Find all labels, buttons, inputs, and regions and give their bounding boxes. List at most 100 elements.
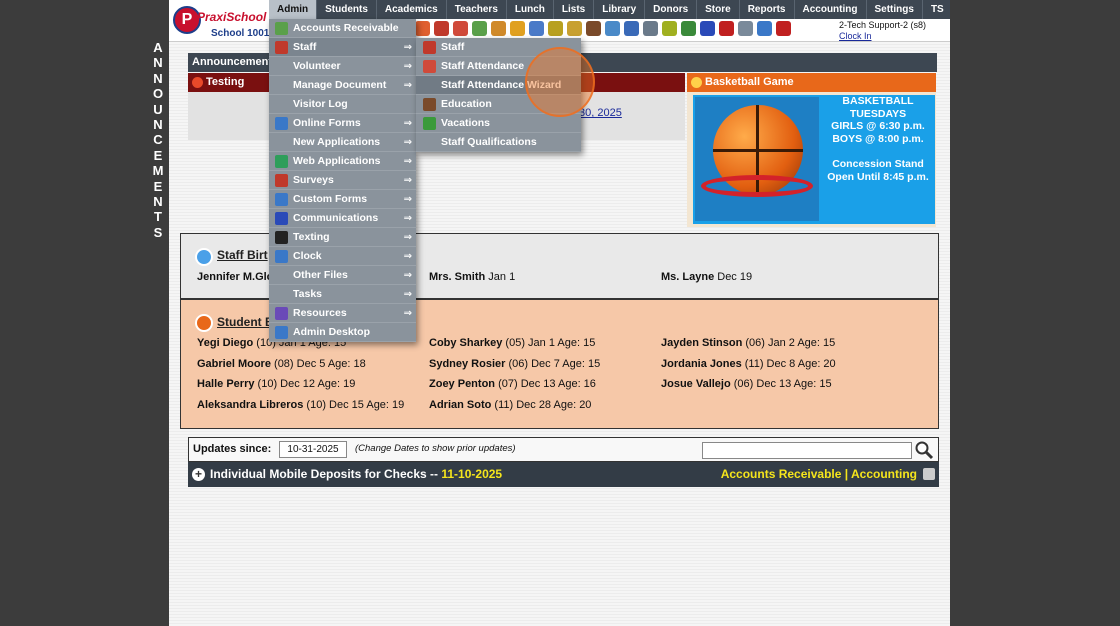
toolbar-icon[interactable] [738,21,753,36]
nav-settings[interactable]: Settings [867,0,923,19]
search-icon[interactable] [914,440,934,460]
student-birthday-name[interactable]: Zoey Penton [429,378,495,390]
toolbar-icon[interactable] [453,21,468,36]
toolbar-icon[interactable] [548,21,563,36]
student-birthday-detail: (10) Dec 12 Age: 19 [254,378,356,391]
student-birthday-name[interactable]: Jayden Stinson [661,337,742,349]
admin-menu-item-admin-desktop[interactable]: Admin Desktop [269,323,416,342]
nav-ts[interactable]: TS [923,0,950,19]
staff-submenu-item-label: Vacations [441,117,491,129]
updates-hint: (Change Dates to show prior updates) [355,443,516,454]
nav-admin[interactable]: Admin [269,0,318,19]
toolbar-icon[interactable] [776,21,791,36]
staff-birthday-name[interactable]: Ms. Layne [661,271,714,283]
nav-store[interactable]: Store [697,0,740,19]
announcements-letter: E [153,147,163,163]
admin-menu-item-label: Custom Forms [293,193,368,205]
staff-birthday-name[interactable]: Mrs. Smith [429,271,485,283]
poster-line: BOYS @ 8:00 p.m. [832,132,924,145]
student-birthday-detail: (10) Dec 15 Age: 19 [303,399,405,412]
student-birthday-name[interactable]: Josue Vallejo [661,378,731,390]
admin-menu-item-texting[interactable]: Texting ⇒ [269,228,416,247]
accounts-receivable-link[interactable]: Accounts Receivable [721,467,842,481]
poster-line: Concession Stand [832,157,924,170]
nav-academics[interactable]: Academics [377,0,447,19]
student-birthday-name[interactable]: Sydney Rosier [429,358,505,370]
toolbar-icon[interactable] [605,21,620,36]
staff-birthday-icon [195,248,213,266]
toolbar-icon[interactable] [681,21,696,36]
expand-plus-icon[interactable]: + [192,468,205,481]
click-highlight [525,47,595,117]
toolbar-icon[interactable] [472,21,487,36]
student-birthday-name[interactable]: Yegi Diego [197,337,253,349]
clock-icon [275,250,288,263]
admin-menu-item-clock[interactable]: Clock ⇒ [269,247,416,266]
toolbar-icon[interactable] [510,21,525,36]
nav-lists[interactable]: Lists [554,0,595,19]
admin-menu-item-volunteer[interactable]: Volunteer ⇒ [269,57,416,76]
admin-menu-item-accounts-receivable[interactable]: Accounts Receivable [269,19,416,38]
staff-submenu-item-staff-qualifications[interactable]: Staff Qualifications [416,133,581,152]
toolbar-icon[interactable] [624,21,639,36]
admin-menu-item-communications[interactable]: Communications ⇒ [269,209,416,228]
student-birthday-name[interactable]: Jordania Jones [661,358,742,370]
accounting-link[interactable]: Accounting [851,467,917,481]
staff-icon [423,41,436,54]
nav-donors[interactable]: Donors [645,0,698,19]
admin-menu-item-staff[interactable]: Staff ⇒ [269,38,416,57]
admin-menu-item-web-applications[interactable]: Web Applications ⇒ [269,152,416,171]
announcement-basketball-header[interactable]: Basketball Game [687,73,936,92]
staff-submenu-item-label: Staff [441,41,465,53]
search-input[interactable] [702,442,912,459]
nav-students[interactable]: Students [317,0,377,19]
logo[interactable]: P PraxiSchool School 1001 [171,4,269,40]
admin-menu-item-tasks[interactable]: Tasks ⇒ [269,285,416,304]
toolbar-icon[interactable] [567,21,582,36]
admin-menu-item-surveys[interactable]: Surveys ⇒ [269,171,416,190]
toolbar-icon[interactable] [700,21,715,36]
admin-menu-item-manage-document[interactable]: Manage Document ⇒ [269,76,416,95]
student-birthday-row: Jayden Stinson (06) Jan 2 Age: 15 [661,337,835,349]
announcements-letter: S [153,224,163,240]
announcement-testing-title: Testing [206,76,245,88]
student-birthdays-title[interactable]: Student B [217,315,274,329]
admin-menu-item-custom-forms[interactable]: Custom Forms ⇒ [269,190,416,209]
toolbar-icon[interactable] [434,21,449,36]
toolbar-icon[interactable] [415,21,430,36]
staff-birthdays-title[interactable]: Staff Birt [217,248,268,262]
nav-teachers[interactable]: Teachers [447,0,507,19]
nav-accounting[interactable]: Accounting [795,0,867,19]
student-birthday-name[interactable]: Halle Perry [197,378,254,390]
toolbar-icon[interactable] [491,21,506,36]
admin-menu-item-label: Clock [293,250,322,262]
admin-menu-item-resources[interactable]: Resources ⇒ [269,304,416,323]
staff-birthday-name[interactable]: Jennifer M.Glo [197,271,273,283]
announcements-letter: M [152,163,164,179]
toolbar-icon[interactable] [529,21,544,36]
admin-menu-item-label: Visitor Log [293,98,348,110]
admin-menu-item-new-applications[interactable]: New Applications ⇒ [269,133,416,152]
admin-menu-item-other-files[interactable]: Other Files ⇒ [269,266,416,285]
student-birthday-name[interactable]: Gabriel Moore [197,358,271,370]
student-birthday-name[interactable]: Adrian Soto [429,399,491,411]
toolbar-icon[interactable] [757,21,772,36]
toolbar-icon[interactable] [643,21,658,36]
student-birthday-name[interactable]: Aleksandra Libreros [197,399,303,411]
nav-library[interactable]: Library [594,0,646,19]
nav-reports[interactable]: Reports [740,0,795,19]
admin-menu-item-online-forms[interactable]: Online Forms ⇒ [269,114,416,133]
clock-in-link[interactable]: Clock In [839,31,926,42]
toolbar-icon[interactable] [662,21,677,36]
student-birthday-name[interactable]: Coby Sharkey [429,337,502,349]
poster-line: Open Until 8:45 p.m. [827,170,929,183]
nav-lunch[interactable]: Lunch [507,0,554,19]
announcement-date-link[interactable]: 30, 2025 [579,107,622,119]
deposits-bar[interactable]: + Individual Mobile Deposits for Checks … [188,462,939,487]
print-icon[interactable] [923,468,935,480]
toolbar-icon[interactable] [719,21,734,36]
toolbar-icon[interactable] [586,21,601,36]
submenu-arrow-icon: ⇒ [403,118,412,129]
admin-menu-item-visitor-log[interactable]: Visitor Log [269,95,416,114]
updates-date-input[interactable]: 10-31-2025 [279,441,347,458]
